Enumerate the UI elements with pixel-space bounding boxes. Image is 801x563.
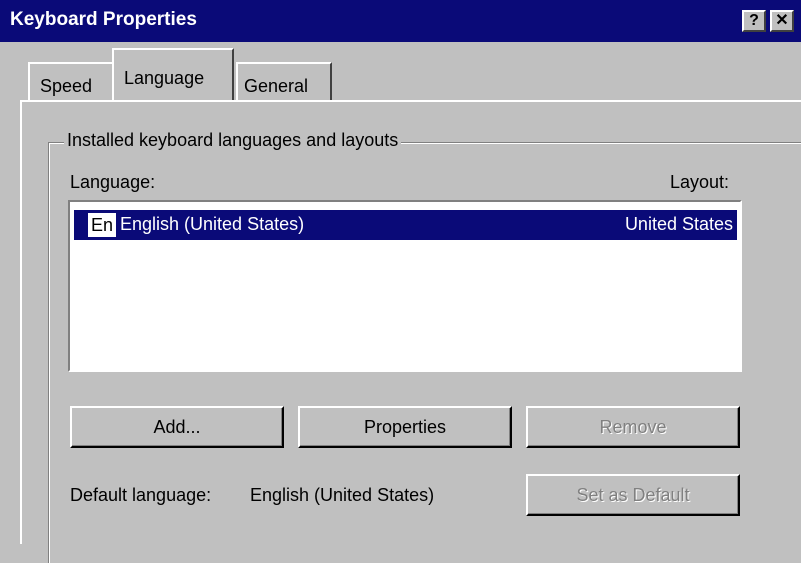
tab-speed[interactable]: Speed [28, 62, 114, 100]
column-header-language: Language: [70, 172, 156, 192]
default-language-label: Default language: [70, 485, 212, 505]
tab-language-label: Language [124, 68, 205, 88]
set-as-default-button-label: Set as Default [576, 484, 690, 505]
close-button[interactable]: ✕ [770, 10, 794, 32]
tab-speed-label: Speed [40, 76, 93, 96]
language-list[interactable]: En English (United States) United States [68, 200, 742, 372]
group-title: Installed keyboard languages and layouts [64, 130, 402, 151]
tab-general-label: General [244, 76, 309, 96]
list-item-language: English (United States) [120, 214, 305, 234]
add-button-label: Add... [153, 416, 201, 437]
window-title: Keyboard Properties [10, 9, 197, 30]
remove-button-label: Remove [599, 416, 667, 437]
close-icon: ✕ [775, 12, 789, 29]
default-language-value: English (United States) [250, 485, 435, 505]
list-item-layout: United States [624, 214, 733, 234]
language-badge-icon: En [88, 213, 116, 237]
help-button[interactable]: ? [742, 10, 766, 32]
properties-button[interactable]: Properties [298, 406, 512, 448]
tab-language[interactable]: Language [112, 48, 234, 100]
set-as-default-button[interactable]: Set as Default [526, 474, 740, 516]
column-header-layout: Layout: [670, 172, 730, 192]
remove-button[interactable]: Remove [526, 406, 740, 448]
help-icon: ? [749, 12, 759, 29]
title-bar[interactable]: Keyboard Properties ? ✕ [0, 0, 801, 42]
properties-button-label: Properties [363, 416, 447, 437]
list-item[interactable]: En English (United States) United States [74, 210, 737, 240]
add-button[interactable]: Add... [70, 406, 284, 448]
tab-panel-top-edge [20, 100, 801, 102]
tab-panel-left-edge [20, 100, 22, 544]
tab-general[interactable]: General [236, 62, 332, 100]
